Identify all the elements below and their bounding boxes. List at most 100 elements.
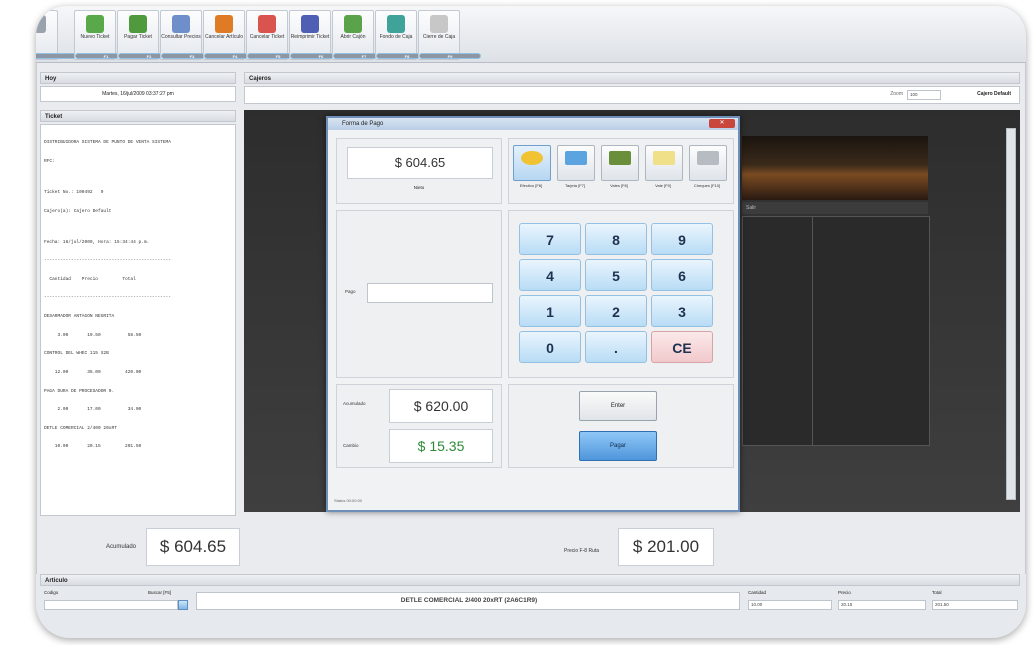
keypad-2[interactable]: 2: [585, 295, 647, 327]
zoom-label: Zoom: [890, 91, 903, 97]
price-field[interactable]: 20.15: [838, 600, 926, 610]
change-label: Cambio: [343, 443, 359, 448]
totals-panel: Acumulado $ 620.00 Cambio $ 15.35: [336, 384, 502, 468]
partial-button-icon: [36, 15, 46, 33]
close-register-button[interactable]: Cierre de Caja F9: [418, 10, 481, 60]
card-method-button[interactable]: [557, 145, 595, 181]
ticket-line: 12.00 35.00 420.00: [44, 369, 142, 375]
keypad-0[interactable]: 0: [519, 331, 581, 363]
quantity-label: Cantidad: [748, 590, 767, 595]
cancel-item-button[interactable]: Cancelar Artículo F4: [203, 10, 266, 60]
cash-fund-icon: [387, 15, 405, 33]
keypad-6[interactable]: 6: [651, 259, 713, 291]
ticket-line: 2.00 17.00 34.00: [44, 407, 142, 413]
payment-methods-panel: Efectivo [F6] Tarjeta [F7] Vales [F8] Va…: [508, 138, 734, 204]
keypad-5[interactable]: 5: [585, 259, 647, 291]
ticket-line: ----------------------------------------…: [44, 258, 171, 264]
dialog-status: Status 00:00:00: [334, 498, 363, 503]
ticket-line: DETLE COMERCIAL 2/400 20xRT: [44, 425, 117, 431]
cash-method-label: Efectivo [F6]: [519, 183, 543, 188]
gift-method-button[interactable]: [645, 145, 683, 181]
keypad-panel: 7 8 9 4 5 6 1 2 3 0 . CE: [508, 210, 734, 378]
vertical-scrollbar[interactable]: [1006, 128, 1016, 500]
zoom-input[interactable]: 100: [907, 90, 941, 100]
amount-due-panel: $ 604.65 Nieto: [336, 138, 502, 204]
payment-dialog: Forma de Pago ✕ $ 604.65 Nieto Efectivo …: [326, 116, 740, 512]
keypad-9[interactable]: 9: [651, 223, 713, 255]
price-label: Precio: [838, 590, 851, 595]
ticket-line: DESARMADOR ANTAGON NEGRITA: [44, 314, 115, 320]
toolbar: Nuevo Ticket F1 Pagar Ticket F2 Consulta…: [36, 6, 1026, 63]
ticket-line: 10.00 20.15 201.50: [44, 444, 142, 450]
dialog-title: Forma de Pago: [328, 118, 738, 130]
subtotal-value: $ 201.00: [618, 528, 714, 566]
ticket-line: 3.00 19.50 58.50: [44, 332, 142, 338]
accumulated-label: Acumulado: [106, 544, 137, 550]
check-method-button[interactable]: [689, 145, 727, 181]
voucher-icon: [609, 151, 631, 165]
cash-coins-icon: [521, 151, 543, 165]
received-label: Acumulado: [343, 401, 366, 406]
payment-input[interactable]: [367, 283, 493, 303]
voucher-method-button[interactable]: [601, 145, 639, 181]
keypad-3[interactable]: 3: [651, 295, 713, 327]
cash-method-button[interactable]: [513, 145, 551, 181]
ticket-line: Ticket No.: 100492 9: [44, 190, 104, 196]
ticket-line: Cantidad Precio Total: [44, 276, 136, 282]
product-grid-cell[interactable]: [812, 216, 930, 446]
ticket-line: Cajero(a): Cajero Default: [44, 208, 112, 214]
open-drawer-icon: [344, 15, 362, 33]
received-amount: $ 620.00: [389, 389, 493, 423]
search-label: Buscar [F5]: [148, 590, 172, 595]
total-field: 201.50: [932, 600, 1018, 610]
new-ticket-icon: [86, 15, 104, 33]
ticket-panel-title: Ticket: [40, 110, 236, 122]
article-bar: Articulo Codigo Buscar [F5] DETLE COMERC…: [36, 574, 1026, 638]
gift-method-label: Vale [F9]: [655, 183, 671, 188]
quantity-field[interactable]: 10.00: [748, 600, 832, 610]
close-icon[interactable]: ✕: [709, 119, 735, 128]
product-grid-cell[interactable]: [742, 216, 814, 446]
new-ticket-button[interactable]: Nuevo Ticket F1: [74, 10, 137, 60]
cancel-item-icon: [215, 15, 233, 33]
keypad-1[interactable]: 1: [519, 295, 581, 327]
cash-fund-button[interactable]: Fondo de Caja F8: [375, 10, 438, 60]
payment-input-panel: Pago: [336, 210, 502, 378]
pay-ticket-button[interactable]: Pagar Ticket F2: [117, 10, 180, 60]
reprint-button[interactable]: Reimprimir Ticket F6: [289, 10, 352, 60]
payment-label: Pago: [345, 289, 356, 294]
cashier-name: Cajero Default: [977, 91, 1011, 97]
ticket-line: Fecha: 16/jul/2009, Hora: 15:34:44 p.m.: [44, 239, 150, 245]
cancel-ticket-button[interactable]: Cancelar Ticket F5: [246, 10, 309, 60]
check-icon: [697, 151, 719, 165]
ticket-line: CONTROL DEL WHEC 115 X2B: [44, 351, 109, 357]
ticket-receipt: DISTRIBUIDORA SISTEMA DE PUNTO DE VENTA …: [40, 124, 236, 516]
ticket-line: PAGA DURA DE PROCESADOR 0.: [44, 388, 115, 394]
main-header-bar: Zoom 100 Cajero Default: [244, 86, 1020, 104]
keypad-4[interactable]: 4: [519, 259, 581, 291]
pay-button[interactable]: Pagar: [579, 431, 657, 461]
toolbar-button-partial[interactable]: [36, 10, 79, 60]
search-icon[interactable]: [178, 600, 188, 610]
credit-card-icon: [565, 151, 587, 165]
ticket-line: DISTRIBUIDORA SISTEMA DE PUNTO DE VENTA …: [44, 140, 171, 146]
amount-due: $ 604.65: [347, 147, 493, 179]
keypad-8[interactable]: 8: [585, 223, 647, 255]
change-amount: $ 15.35: [389, 429, 493, 463]
cancel-ticket-icon: [258, 15, 276, 33]
price-check-icon: [172, 15, 190, 33]
keypad-7[interactable]: 7: [519, 223, 581, 255]
gift-card-icon: [653, 151, 675, 165]
open-drawer-button[interactable]: Abrir Cajón F7: [332, 10, 395, 60]
keypad-decimal[interactable]: .: [585, 331, 647, 363]
subtotal-label: Precio F-8 Ruta: [564, 548, 600, 554]
price-check-button[interactable]: Consultar Precios F3: [160, 10, 223, 60]
reprint-icon: [301, 15, 319, 33]
voucher-method-label: Vales [F8]: [610, 183, 628, 188]
total-label: Total: [932, 590, 942, 595]
main-panel-title: Cajeros: [244, 72, 1020, 84]
enter-button[interactable]: Enter: [579, 391, 657, 421]
keypad-clear-entry[interactable]: CE: [651, 331, 713, 363]
code-input[interactable]: [44, 600, 178, 610]
code-label: Codigo: [44, 590, 59, 595]
